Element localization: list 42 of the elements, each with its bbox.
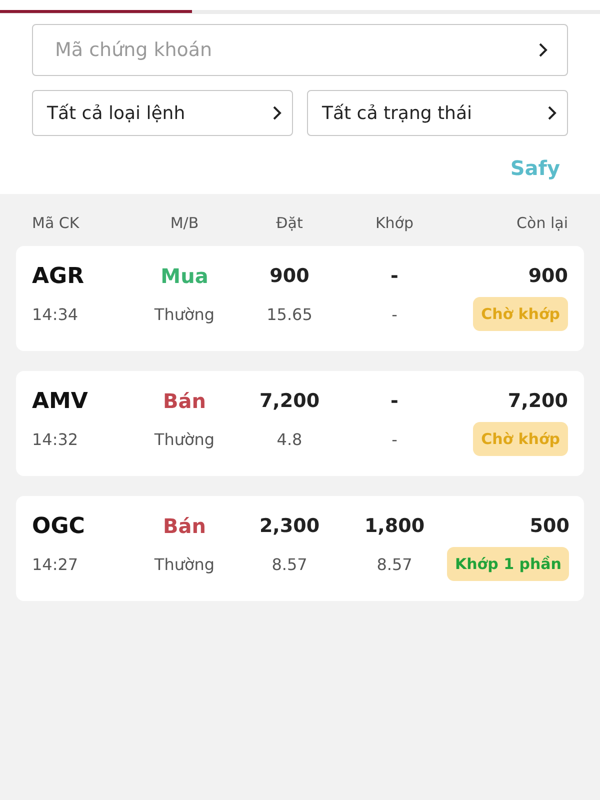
quantity-text: 7,200 (258, 390, 321, 412)
symbol-text: AMV (32, 388, 89, 414)
price-text: 4.8 (276, 430, 304, 448)
side-text: Mua (160, 264, 210, 288)
status-badge: Chờ khớp (473, 297, 568, 331)
remaining-text: 500 (528, 515, 570, 537)
symbol-search-field[interactable]: Mã chứng khoán (32, 24, 568, 76)
column-header: Đặt (275, 214, 304, 232)
order-card[interactable]: AGR Mua 900 - 900 14:34 Thường 15.65 - Chờ khớp (16, 246, 584, 351)
status-badge: Chờ khớp (473, 422, 568, 456)
order-class-text: Thường (153, 430, 216, 448)
column-header: Còn lại (516, 214, 568, 232)
time-text: 14:27 (32, 554, 80, 574)
symbol-text: OGC (32, 514, 86, 538)
order-class-text: Thường (153, 554, 216, 574)
matched-quantity-text: - (390, 265, 400, 287)
remaining-text: 7,200 (506, 390, 568, 412)
order-class-text: Thường (153, 304, 216, 324)
side-text: Bán (162, 514, 207, 538)
order-card[interactable]: AMV Bán 7,200 - 7,200 14:32 Thường 4.8 - Chờ khớp (16, 371, 584, 476)
side-text: Bán (162, 389, 207, 413)
status-select[interactable]: Tất cả trạng thái (307, 90, 568, 136)
matched-price-text: 8.57 (376, 554, 414, 574)
matched-price-text: - (390, 430, 398, 448)
column-header: Mã CK (32, 214, 80, 232)
matched-quantity-text: - (390, 390, 400, 412)
time-text: 14:34 (32, 304, 80, 324)
price-text: 15.65 (266, 304, 314, 324)
matched-quantity-text: 1,800 (363, 515, 426, 537)
status-badge: Khớp 1 phần (447, 547, 570, 581)
remaining-text: 900 (527, 265, 568, 287)
order-type-select[interactable]: Tất cả loại lệnh (32, 90, 293, 136)
quantity-text: 2,300 (258, 515, 321, 537)
order-card[interactable]: OGC Bán 2,300 1,800 500 14:27 Thường 8.57 8.57 Khớp 1 phần (16, 496, 584, 601)
price-text: 8.57 (270, 554, 308, 574)
column-header: Khớp (374, 214, 415, 232)
column-header: M/B (169, 214, 200, 232)
time-text: 14:32 (32, 430, 80, 448)
symbol-text: AGR (32, 264, 86, 288)
brand-logo: Safy (510, 156, 560, 180)
matched-price-text: - (390, 304, 398, 324)
quantity-text: 900 (268, 265, 310, 287)
